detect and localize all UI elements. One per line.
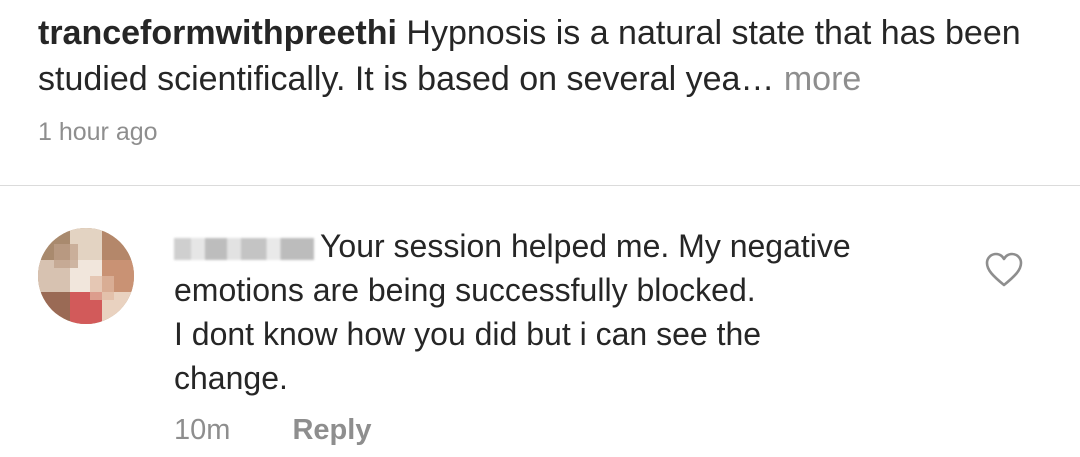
- post-caption: tranceformwithpreethi Hypnosis is a natu…: [38, 10, 1038, 102]
- comment-body: Your session helped me. My negative emot…: [174, 224, 954, 400]
- comment-line-4: change.: [174, 360, 288, 396]
- commenter-username-blurred[interactable]: [174, 237, 314, 260]
- comments-screen: tranceformwithpreethi Hypnosis is a natu…: [0, 0, 1080, 457]
- comment-line-1: Your session helped me. My negative: [320, 228, 851, 264]
- caption-username[interactable]: tranceformwithpreethi: [38, 14, 397, 52]
- commenter-avatar[interactable]: [38, 228, 134, 324]
- caption-ellipsis: …: [740, 60, 775, 98]
- comment-timestamp: 10m: [174, 414, 231, 446]
- comment-meta: 10m Reply: [174, 414, 371, 447]
- comment-line-3: I dont know how you did but i can see th…: [174, 316, 762, 352]
- comment-line-2: emotions are being successfully blocked.: [174, 272, 756, 308]
- heart-outline-icon[interactable]: [985, 252, 1023, 288]
- divider: [0, 185, 1080, 186]
- caption-timestamp: 1 hour ago: [38, 118, 158, 146]
- caption-more-link[interactable]: more: [784, 60, 861, 98]
- avatar-image: [38, 228, 134, 324]
- reply-button[interactable]: Reply: [292, 414, 371, 446]
